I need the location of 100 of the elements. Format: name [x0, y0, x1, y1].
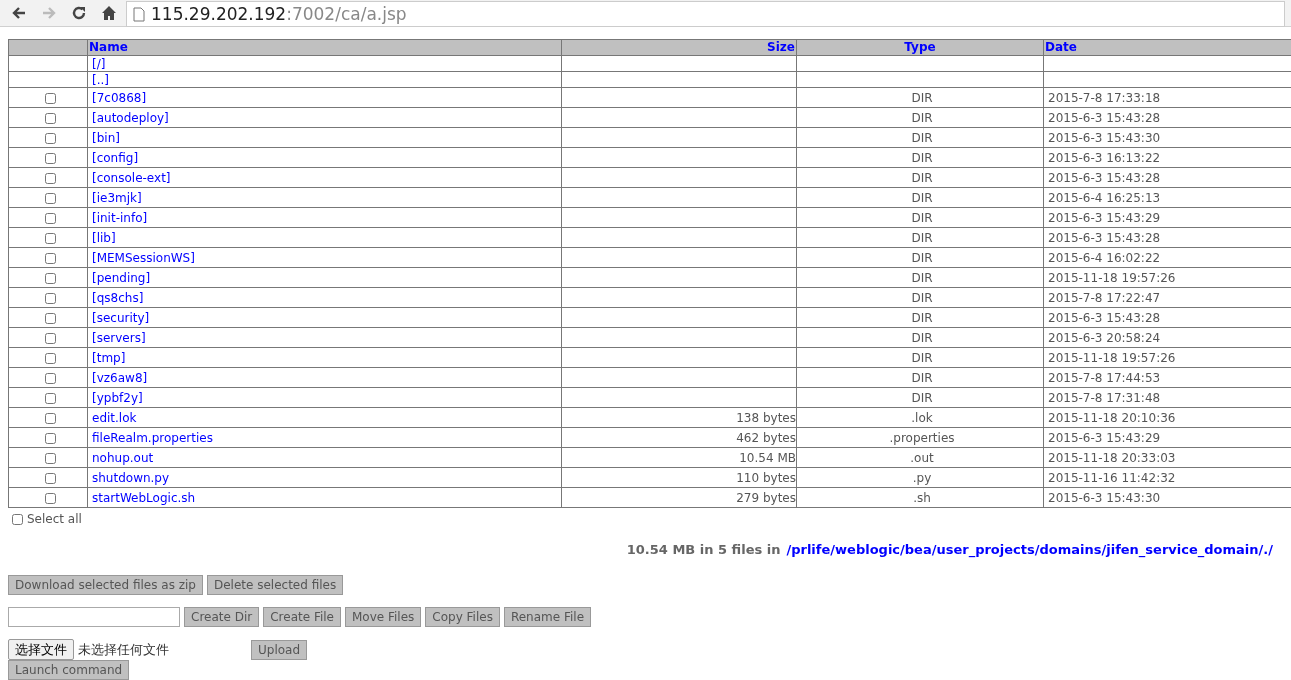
date-cell: 2015-11-18 20:10:36: [1048, 410, 1176, 425]
type-cell: DIR: [911, 290, 933, 305]
action-button[interactable]: Delete selected files: [206, 575, 344, 595]
row-checkbox[interactable]: [44, 312, 56, 324]
directory-link[interactable]: [7c0868]: [92, 90, 147, 105]
action-button[interactable]: Download selected files as zip: [8, 575, 203, 595]
row-checkbox[interactable]: [44, 392, 56, 404]
date-cell: 2015-6-3 15:43:28: [1048, 230, 1161, 245]
back-arrow-icon: [11, 5, 27, 21]
type-cell: DIR: [911, 330, 933, 345]
row-checkbox[interactable]: [44, 452, 56, 464]
type-cell: DIR: [911, 210, 933, 225]
directory-link[interactable]: [security]: [92, 310, 150, 325]
type-cell: DIR: [911, 150, 933, 165]
action-button[interactable]: Create Dir: [184, 607, 260, 627]
row-checkbox[interactable]: [44, 152, 56, 164]
address-bar[interactable]: 115.29.202.192:7002/ca/a.jsp: [126, 1, 1285, 27]
column-header[interactable]: Name: [87, 39, 562, 56]
action-button[interactable]: Rename File: [503, 607, 591, 627]
file-link[interactable]: nohup.out: [92, 450, 154, 465]
directory-link[interactable]: [pending]: [92, 270, 151, 285]
row-checkbox[interactable]: [44, 412, 56, 424]
row-checkbox[interactable]: [44, 232, 56, 244]
type-cell: .properties: [889, 430, 955, 445]
directory-link[interactable]: [ie3mjk]: [92, 190, 142, 205]
row-checkbox[interactable]: [44, 252, 56, 264]
directory-link[interactable]: [..]: [92, 72, 109, 87]
directory-link[interactable]: [console-ext]: [92, 170, 171, 185]
row-checkbox[interactable]: [44, 192, 56, 204]
date-cell: 2015-7-8 17:31:48: [1048, 390, 1161, 405]
column-header[interactable]: Date: [1043, 39, 1291, 56]
date-cell: 2015-11-18 19:57:26: [1048, 270, 1176, 285]
select-all-label: Select all: [27, 512, 82, 526]
row-checkbox[interactable]: [44, 352, 56, 364]
row-checkbox[interactable]: [44, 432, 56, 444]
date-cell: 2015-6-4 16:25:13: [1048, 190, 1161, 205]
row-checkbox[interactable]: [44, 92, 56, 104]
row-checkbox[interactable]: [44, 372, 56, 384]
date-cell: 2015-7-8 17:22:47: [1048, 290, 1161, 305]
select-all-checkbox[interactable]: [12, 513, 23, 525]
type-cell: DIR: [911, 130, 933, 145]
column-header[interactable]: Size: [561, 39, 797, 56]
date-cell: 2015-7-8 17:44:53: [1048, 370, 1161, 385]
row-checkbox[interactable]: [44, 272, 56, 284]
type-cell: DIR: [911, 310, 933, 325]
type-cell: DIR: [911, 370, 933, 385]
file-link[interactable]: fileRealm.properties: [92, 430, 213, 445]
date-cell: 2015-6-3 15:43:28: [1048, 310, 1161, 325]
row-checkbox[interactable]: [44, 132, 56, 144]
forward-arrow-icon: [41, 5, 57, 21]
directory-link[interactable]: [autodeploy]: [92, 110, 169, 125]
date-cell: 2015-6-3 15:43:29: [1048, 210, 1161, 225]
date-cell: 2015-6-3 15:43:28: [1048, 170, 1161, 185]
file-link[interactable]: startWebLogic.sh: [92, 490, 196, 505]
directory-link[interactable]: [qs8chs]: [92, 290, 144, 305]
directory-link[interactable]: [/]: [92, 56, 106, 71]
home-icon: [101, 5, 117, 21]
row-checkbox[interactable]: [44, 332, 56, 344]
column-header[interactable]: Type: [796, 39, 1044, 56]
path-link[interactable]: /prlife/weblogic/bea/user_projects/domains/jifen_service_domain/./: [786, 542, 1273, 557]
directory-link[interactable]: [MEMSessionWS]: [92, 250, 195, 265]
row-checkbox[interactable]: [44, 472, 56, 484]
date-cell: 2015-6-3 16:13:22: [1048, 150, 1161, 165]
date-cell: 2015-11-16 11:42:32: [1048, 470, 1176, 485]
choose-file-button[interactable]: 选择文件: [8, 639, 74, 660]
row-checkbox[interactable]: [44, 492, 56, 504]
action-button[interactable]: Move Files: [345, 607, 422, 627]
row-checkbox[interactable]: [44, 112, 56, 124]
action-button[interactable]: Copy Files: [425, 607, 500, 627]
page-icon: [133, 6, 145, 22]
type-cell: DIR: [911, 250, 933, 265]
date-cell: 2015-11-18 19:57:26: [1048, 350, 1176, 365]
row-checkbox[interactable]: [44, 212, 56, 224]
no-file-label: 未选择任何文件: [78, 640, 169, 659]
name-input-field[interactable]: [8, 607, 180, 627]
type-cell: .sh: [913, 490, 931, 505]
directory-link[interactable]: [servers]: [92, 330, 146, 345]
type-cell: DIR: [911, 390, 933, 405]
date-cell: 2015-6-3 20:58:24: [1048, 330, 1161, 345]
directory-link[interactable]: [ypbf2y]: [92, 390, 143, 405]
date-cell: 2015-6-3 15:43:30: [1048, 490, 1161, 505]
size-cell: 110 bytes: [736, 470, 796, 485]
directory-link[interactable]: [init-info]: [92, 210, 148, 225]
upload-button[interactable]: Upload: [251, 639, 308, 660]
file-link[interactable]: shutdown.py: [92, 470, 170, 485]
directory-link[interactable]: [tmp]: [92, 350, 126, 365]
type-cell: DIR: [911, 230, 933, 245]
directory-link[interactable]: [bin]: [92, 130, 120, 145]
action-button[interactable]: Create File: [263, 607, 341, 627]
type-cell: .out: [910, 450, 934, 465]
summary-text: 10.54 MB in 5 files in: [626, 542, 781, 557]
row-checkbox[interactable]: [44, 172, 56, 184]
launch-command-button[interactable]: Launch command: [8, 660, 130, 680]
file-link[interactable]: edit.lok: [92, 410, 137, 425]
row-checkbox[interactable]: [44, 292, 56, 304]
date-cell: 2015-6-4 16:02:22: [1048, 250, 1161, 265]
directory-link[interactable]: [config]: [92, 150, 139, 165]
directory-link[interactable]: [lib]: [92, 230, 116, 245]
type-cell: .py: [912, 470, 932, 485]
directory-link[interactable]: [vz6aw8]: [92, 370, 148, 385]
